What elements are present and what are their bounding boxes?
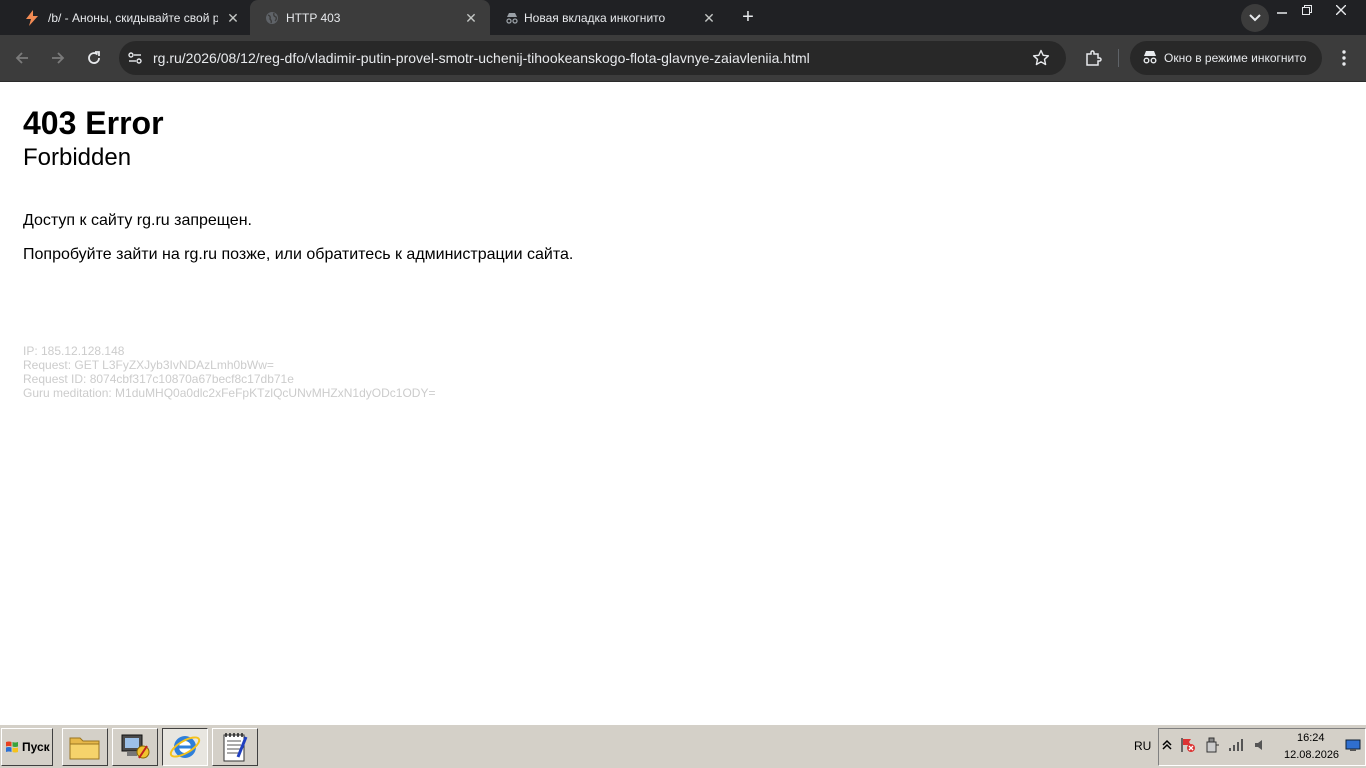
show-hidden-icons-icon[interactable] — [1159, 737, 1175, 753]
start-label: Пуск — [22, 740, 50, 754]
meta-request-id: Request ID: 8074cbf317c10870a67becf8c17d… — [23, 372, 294, 386]
action-center-flag-icon[interactable] — [1180, 737, 1196, 753]
tab-http-403[interactable]: HTTP 403 ✕ — [250, 0, 490, 35]
notepad-icon — [223, 733, 248, 762]
close-window-button[interactable] — [1328, 0, 1354, 20]
close-tab-icon[interactable]: ✕ — [224, 9, 242, 27]
incognito-icon — [1142, 50, 1158, 66]
incognito-label: Окно в режиме инкогнито — [1164, 51, 1307, 65]
safely-remove-icon[interactable] — [1204, 737, 1220, 753]
taskbar-internet-explorer[interactable] — [162, 728, 208, 766]
chevron-down-icon — [1249, 14, 1261, 22]
meta-request: Request: GET L3FyZXJyb3IvNDAzLmh0bWw= — [23, 358, 274, 372]
close-tab-icon[interactable]: ✕ — [700, 9, 718, 27]
taskbar-control-panel[interactable] — [112, 728, 158, 766]
incognito-icon — [504, 10, 520, 26]
folder-icon — [69, 737, 100, 760]
error-message: Доступ к сайту rg.ru запрещен. — [23, 212, 252, 229]
language-indicator[interactable]: RU — [1134, 739, 1151, 753]
toolbar-divider — [1118, 49, 1119, 67]
url-text[interactable]: rg.ru/2026/08/12/reg-dfo/vladimir-putin-… — [153, 50, 810, 66]
arrow-left-icon — [15, 52, 28, 64]
start-button[interactable]: Пуск — [1, 728, 53, 766]
taskbar-notepad[interactable] — [212, 728, 258, 766]
tab-anon-board[interactable]: /b/ - Аноны, скидывайте свой раб ✕ — [10, 0, 250, 35]
globe-icon — [264, 10, 280, 26]
show-desktop-icon[interactable] — [1345, 737, 1361, 753]
browser-toolbar: rg.ru/2026/08/12/reg-dfo/vladimir-putin-… — [0, 35, 1366, 82]
tab-search-button[interactable] — [1241, 4, 1269, 32]
tab-title: Новая вкладка инкогнито — [524, 10, 666, 25]
error-subtitle: Forbidden — [23, 144, 132, 171]
tab-strip: /b/ - Аноны, скидывайте свой раб ✕ HTTP … — [0, 0, 1366, 35]
forward-button[interactable] — [47, 47, 69, 69]
tab-new-incognito[interactable]: Новая вкладка инкогнито ✕ — [490, 0, 730, 35]
arrow-right-icon — [52, 52, 65, 64]
lightning-icon — [24, 10, 40, 26]
network-signal-icon[interactable] — [1228, 737, 1244, 753]
taskbar: Пуск RU 16:24 12.08.2026 — [0, 724, 1366, 768]
back-button[interactable] — [11, 47, 33, 69]
close-tab-icon[interactable]: ✕ — [462, 9, 480, 27]
restore-icon — [1302, 5, 1312, 15]
extensions-button[interactable] — [1082, 47, 1104, 69]
reload-icon — [88, 51, 100, 64]
meta-ip: IP: 185.12.128.148 — [23, 344, 125, 358]
error-meta: IP: 185.12.128.148 Request: GET L3FyZXJy… — [23, 344, 435, 400]
taskbar-explorer[interactable] — [62, 728, 108, 766]
error-hint: Попробуйте зайти на rg.ru позже, или обр… — [23, 246, 574, 263]
error-title: 403 Error — [23, 105, 164, 141]
bookmark-star-icon[interactable] — [1032, 49, 1050, 67]
windows-flag-icon — [6, 741, 18, 753]
restore-button[interactable] — [1294, 0, 1320, 20]
minimize-icon — [1277, 12, 1287, 14]
incognito-indicator[interactable]: Окно в режиме инкогнито — [1130, 41, 1322, 75]
more-vert-icon — [1342, 50, 1346, 66]
page-content: 403 Error Forbidden Доступ к сайту rg.ru… — [0, 82, 1366, 724]
new-tab-button[interactable]: + — [738, 7, 758, 27]
menu-button[interactable] — [1333, 47, 1355, 69]
site-info-icon[interactable] — [126, 49, 144, 67]
minimize-button[interactable] — [1269, 0, 1295, 20]
address-bar[interactable]: rg.ru/2026/08/12/reg-dfo/vladimir-putin-… — [119, 41, 1066, 75]
volume-icon[interactable] — [1252, 737, 1268, 753]
close-icon — [1336, 5, 1346, 15]
control-panel-icon — [121, 734, 150, 759]
meta-guru: Guru meditation: M1duMHQ0a0dlc2xFeFpKTzl… — [23, 386, 436, 400]
tab-title: HTTP 403 — [286, 10, 341, 25]
internet-explorer-icon — [169, 736, 201, 758]
clock-date[interactable]: 12.08.2026 — [1284, 749, 1339, 761]
puzzle-icon — [1086, 50, 1102, 66]
tab-title: /b/ - Аноны, скидывайте свой раб — [48, 10, 218, 25]
clock-time[interactable]: 16:24 — [1297, 732, 1325, 744]
reload-button[interactable] — [83, 47, 105, 69]
